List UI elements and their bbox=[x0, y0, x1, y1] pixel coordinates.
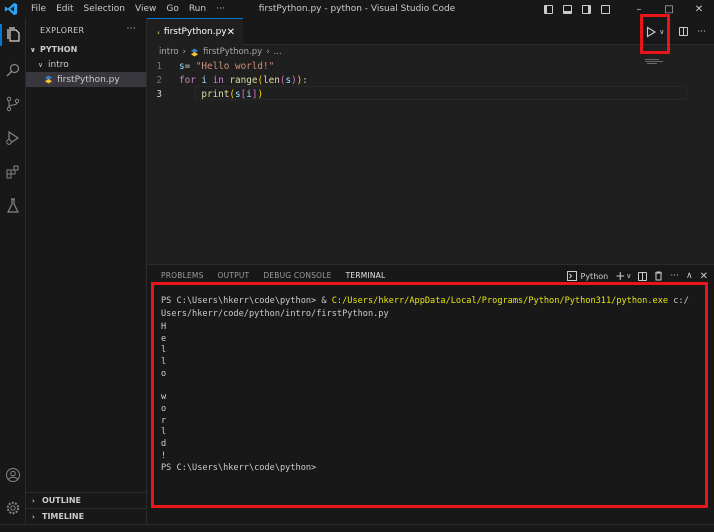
breadcrumb-separator: › bbox=[182, 47, 186, 57]
chevron-down-icon: ∨ bbox=[38, 60, 44, 69]
tree-item-label: firstPython.py bbox=[57, 74, 120, 85]
line-number: 1 bbox=[156, 60, 162, 72]
explorer-more-actions-icon[interactable]: ··· bbox=[127, 24, 136, 34]
breadcrumb-separator: › bbox=[266, 47, 270, 57]
menu-run[interactable]: Run bbox=[184, 4, 211, 14]
current-line-highlight bbox=[195, 86, 687, 100]
manage-gear-icon[interactable] bbox=[0, 497, 26, 519]
activity-bar bbox=[0, 18, 26, 524]
minimize-button[interactable]: – bbox=[624, 4, 654, 15]
maximize-panel-icon[interactable]: ∧ bbox=[686, 271, 693, 281]
vscode-logo-icon bbox=[4, 2, 18, 16]
toggle-panel-icon[interactable] bbox=[563, 4, 572, 14]
code-token: "Hello world!" bbox=[195, 60, 275, 72]
kill-terminal-trash-icon[interactable] bbox=[654, 271, 663, 281]
python-file-icon bbox=[157, 30, 160, 34]
explorer-icon[interactable] bbox=[0, 24, 26, 46]
menu-file[interactable]: File bbox=[26, 4, 51, 14]
terminal-dropdown-chevron-icon[interactable]: ∨ bbox=[626, 272, 631, 280]
close-panel-icon[interactable]: ✕ bbox=[700, 271, 708, 282]
code-token: ) bbox=[257, 88, 264, 100]
extensions-icon[interactable] bbox=[0, 161, 26, 183]
timeline-section[interactable]: › TIMELINE bbox=[26, 508, 147, 524]
maximize-button[interactable]: □ bbox=[654, 4, 684, 15]
outline-label: OUTLINE bbox=[42, 496, 81, 505]
source-control-icon[interactable] bbox=[0, 93, 26, 115]
breadcrumb-file[interactable]: firstPython.py bbox=[203, 47, 262, 57]
title-bar: File Edit Selection View Go Run ··· firs… bbox=[0, 0, 714, 18]
breadcrumb-symbols[interactable]: ... bbox=[274, 47, 282, 57]
timeline-label: TIMELINE bbox=[42, 512, 85, 521]
chevron-right-icon: › bbox=[32, 512, 35, 521]
tree-file-firstpython[interactable]: firstPython.py bbox=[26, 72, 146, 87]
terminal-profile-label[interactable]: Python bbox=[581, 272, 609, 281]
testing-icon[interactable] bbox=[0, 195, 26, 217]
tree-item-label: PYTHON bbox=[40, 45, 78, 54]
explorer-sidebar: EXPLORER ··· ∨ PYTHON ∨ intro firstPytho… bbox=[26, 18, 147, 524]
python-file-icon bbox=[190, 47, 199, 57]
code-line: 1 s = "Hello world!" bbox=[147, 59, 274, 73]
menu-selection[interactable]: Selection bbox=[79, 4, 130, 14]
explorer-title: EXPLORER bbox=[40, 25, 85, 35]
split-editor-icon[interactable] bbox=[679, 27, 689, 36]
close-tab-icon[interactable]: ✕ bbox=[227, 27, 235, 38]
status-bar bbox=[0, 524, 714, 532]
accounts-icon[interactable] bbox=[0, 464, 26, 486]
outline-section[interactable]: › OUTLINE bbox=[26, 492, 147, 508]
menu-edit[interactable]: Edit bbox=[51, 4, 78, 14]
close-window-button[interactable]: ✕ bbox=[684, 4, 714, 15]
line-number: 2 bbox=[156, 74, 162, 86]
run-button-highlight-box bbox=[640, 14, 670, 54]
tab-firstpython[interactable]: firstPython.py ✕ bbox=[147, 18, 243, 45]
tree-root-python[interactable]: ∨ PYTHON bbox=[26, 42, 146, 57]
tree-item-label: intro bbox=[48, 59, 69, 70]
code-line: 2 for i in range(len(s)): bbox=[147, 73, 308, 87]
editor-more-actions-icon[interactable]: ··· bbox=[697, 27, 706, 37]
terminal-highlight-box bbox=[151, 282, 708, 508]
menu-go[interactable]: Go bbox=[161, 4, 183, 14]
code-token: in bbox=[212, 74, 224, 86]
split-terminal-icon[interactable] bbox=[638, 271, 648, 281]
run-and-debug-icon[interactable] bbox=[0, 127, 26, 149]
code-token: = bbox=[184, 60, 196, 72]
customize-layout-icon[interactable] bbox=[601, 4, 610, 14]
menu-bar: File Edit Selection View Go Run ··· bbox=[26, 4, 230, 14]
code-editor[interactable]: 1 s = "Hello world!" 2 for i in range(len(s)… bbox=[147, 59, 714, 264]
menu-view[interactable]: View bbox=[130, 4, 161, 14]
menu-more[interactable]: ··· bbox=[211, 4, 230, 14]
explorer-header: EXPLORER ··· bbox=[26, 18, 146, 42]
breadcrumb-folder[interactable]: intro bbox=[159, 47, 179, 57]
new-terminal-icon[interactable]: + bbox=[615, 269, 625, 283]
breadcrumb: intro › firstPython.py › ... bbox=[147, 45, 714, 59]
tab-label: firstPython.py bbox=[163, 27, 227, 37]
minimap[interactable] bbox=[645, 59, 665, 65]
code-token: : bbox=[302, 74, 308, 86]
python-file-icon bbox=[44, 75, 53, 84]
chevron-down-icon: ∨ bbox=[30, 45, 36, 54]
code-token: print bbox=[201, 88, 230, 100]
code-line: 3 print(s[i]) bbox=[147, 87, 263, 101]
code-token: for bbox=[179, 74, 196, 86]
toggle-primary-sidebar-icon[interactable] bbox=[544, 4, 553, 14]
toggle-secondary-sidebar-icon[interactable] bbox=[582, 4, 591, 14]
editor-tab-bar: firstPython.py ✕ ∨ ··· bbox=[147, 18, 714, 45]
panel-more-actions-icon[interactable]: ··· bbox=[670, 271, 679, 281]
chevron-right-icon: › bbox=[32, 496, 35, 505]
code-token: range bbox=[229, 74, 258, 86]
code-token: len bbox=[263, 74, 280, 86]
tree-folder-intro[interactable]: ∨ intro bbox=[26, 57, 146, 72]
terminal-profile-icon bbox=[566, 271, 577, 281]
search-icon[interactable] bbox=[0, 59, 26, 81]
line-number: 3 bbox=[156, 88, 162, 100]
